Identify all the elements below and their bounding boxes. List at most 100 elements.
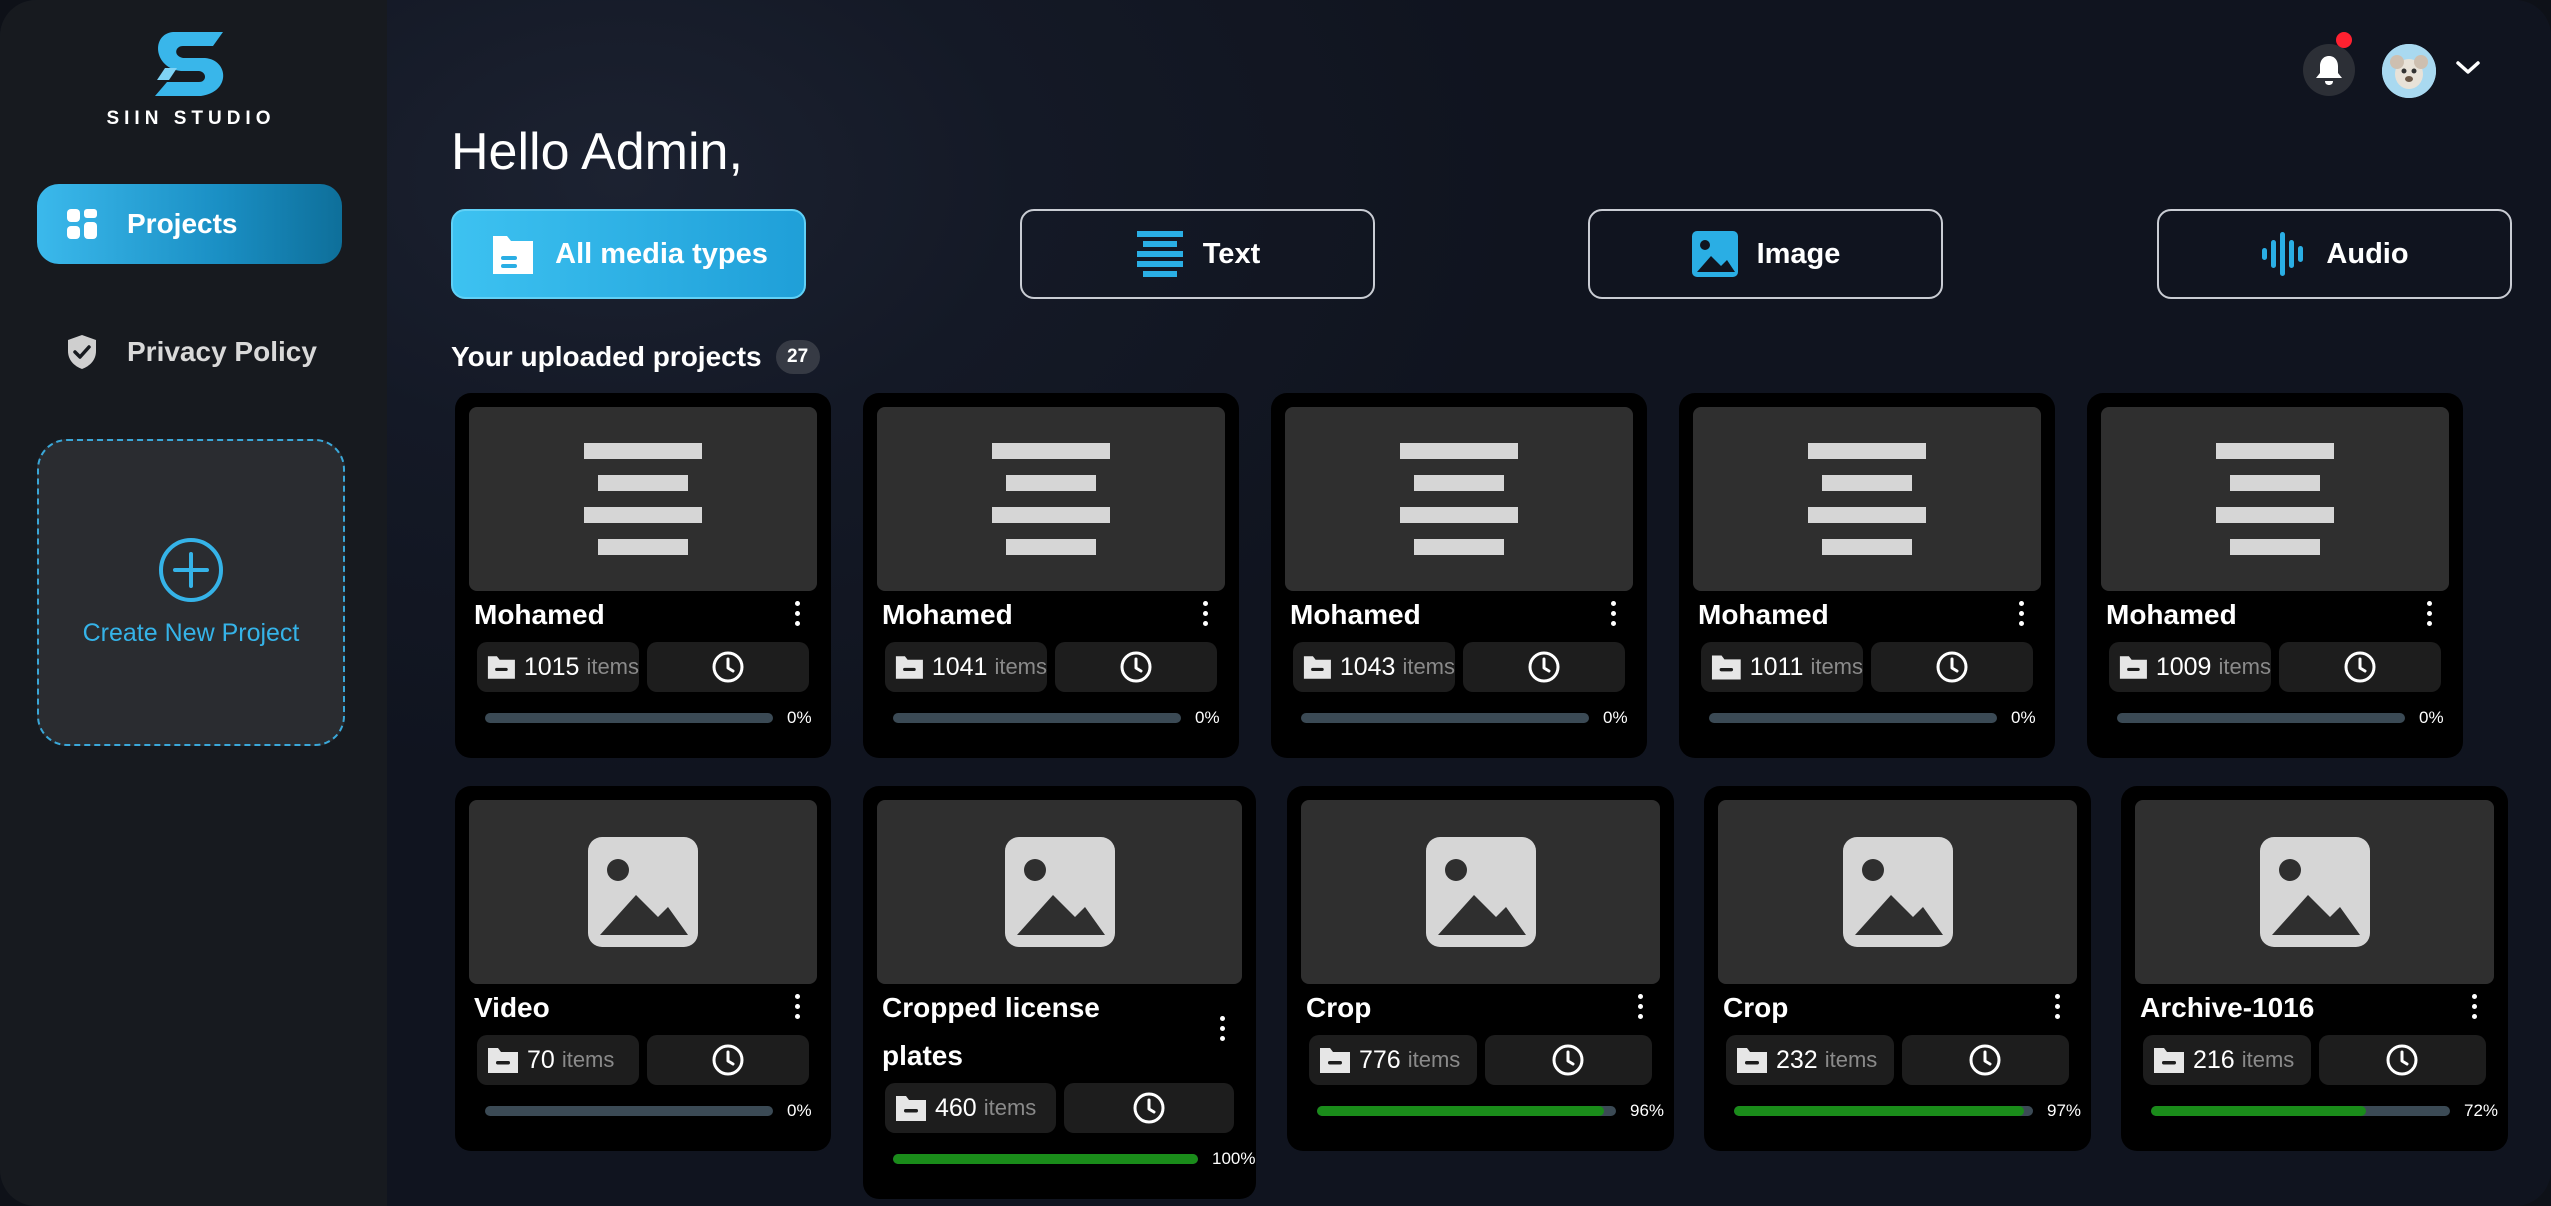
filter-image[interactable]: Image — [1588, 209, 1943, 299]
history-button[interactable] — [647, 642, 809, 692]
project-card[interactable]: Crop 232 items 97% — [1704, 786, 2091, 1151]
more-options-icon[interactable] — [2011, 593, 2031, 633]
image-icon — [1425, 837, 1536, 947]
project-thumbnail — [877, 800, 1242, 984]
item-count: 1011 — [1749, 652, 1804, 681]
filter-all-media-types[interactable]: All media types — [451, 209, 806, 299]
history-button[interactable] — [647, 1035, 809, 1085]
user-avatar[interactable] — [2382, 44, 2436, 98]
more-options-icon[interactable] — [1603, 593, 1623, 633]
section-title-text: Your uploaded projects — [451, 341, 762, 372]
progress-bar — [1734, 1106, 2033, 1116]
greeting-heading: Hello Admin, — [451, 123, 743, 181]
project-thumbnail — [1301, 800, 1660, 984]
progress-percent: 0% — [787, 708, 812, 727]
more-options-icon[interactable] — [787, 986, 807, 1026]
sidebar-item-label: Projects — [127, 208, 238, 239]
history-button[interactable] — [1055, 642, 1217, 692]
project-thumbnail — [2101, 407, 2449, 591]
project-thumbnail — [877, 407, 1225, 591]
create-new-project-button[interactable]: Create New Project — [37, 439, 345, 746]
folder-icon — [2119, 656, 2147, 679]
clock-icon — [1969, 1044, 2001, 1076]
app-window: SIIN STUDIO Projects Privacy Policy Crea… — [0, 0, 2551, 1206]
project-card[interactable]: Video 70 items 0% — [455, 786, 831, 1151]
progress-bar — [2117, 713, 2405, 723]
project-card[interactable]: Mohamed 1015 items 0% — [455, 393, 831, 758]
clock-icon — [1528, 651, 1560, 683]
more-options-icon[interactable] — [2419, 593, 2439, 633]
more-options-icon[interactable] — [787, 593, 807, 633]
history-button[interactable] — [1063, 1083, 1234, 1133]
project-thumbnail — [1718, 800, 2077, 984]
project-title: Crop — [1306, 992, 1372, 1023]
filter-text[interactable]: Text — [1020, 209, 1375, 299]
image-icon — [2259, 837, 2370, 947]
history-button[interactable] — [1463, 642, 1625, 692]
project-card[interactable]: Archive-1016 216 items 72% — [2121, 786, 2508, 1151]
text-lines-icon — [1135, 229, 1185, 279]
item-unit: items — [983, 1095, 1037, 1120]
project-card[interactable]: Cropped license plates 460 items 100% — [863, 786, 1256, 1199]
filter-audio[interactable]: Audio — [2157, 209, 2512, 299]
history-button[interactable] — [1901, 1035, 2069, 1085]
image-icon — [1691, 230, 1739, 278]
item-unit: items — [1407, 1047, 1461, 1072]
history-button[interactable] — [1871, 642, 2033, 692]
project-thumbnail — [469, 407, 817, 591]
more-options-icon[interactable] — [2047, 986, 2067, 1026]
progress-fill — [1734, 1106, 2025, 1116]
project-card[interactable]: Mohamed 1009 items 0% — [2087, 393, 2463, 758]
more-options-icon[interactable] — [2464, 986, 2484, 1026]
project-title: Video — [474, 992, 550, 1023]
project-title: Archive-1016 — [2140, 992, 2315, 1023]
more-options-icon[interactable] — [1630, 986, 1650, 1026]
item-count-pill: 1015 items — [477, 642, 639, 692]
audio-wave-icon — [2260, 230, 2308, 278]
brand-logo[interactable]: SIIN STUDIO — [100, 28, 282, 130]
notifications-button[interactable] — [2303, 44, 2355, 96]
project-card[interactable]: Mohamed 1011 items 0% — [1679, 393, 2055, 758]
project-thumbnail — [469, 800, 817, 984]
clock-icon — [2344, 651, 2376, 683]
notification-badge — [2336, 32, 2352, 48]
sidebar-item-label: Privacy Policy — [127, 336, 317, 367]
item-unit: items — [2218, 654, 2271, 679]
clock-icon — [712, 1044, 744, 1076]
item-unit: items — [1810, 654, 1863, 679]
item-count: 460 — [935, 1093, 977, 1122]
progress-bar — [893, 1154, 1198, 1164]
chevron-down-icon[interactable] — [2455, 60, 2481, 76]
progress-percent: 0% — [787, 1101, 812, 1120]
folder-icon — [1711, 655, 1741, 680]
project-card[interactable]: Mohamed 1041 items 0% — [863, 393, 1239, 758]
project-thumbnail — [1693, 407, 2041, 591]
brand-name: SIIN STUDIO — [106, 108, 276, 129]
item-count-pill: 1011 items — [1701, 642, 1863, 692]
history-button[interactable] — [2279, 642, 2441, 692]
item-unit: items — [561, 1047, 615, 1072]
project-card[interactable]: Mohamed 1043 items 0% — [1271, 393, 1647, 758]
history-button[interactable] — [1484, 1035, 1652, 1085]
image-icon — [1004, 837, 1115, 947]
progress-bar — [1709, 713, 1997, 723]
more-options-icon[interactable] — [1212, 1008, 1232, 1048]
sidebar-item-privacy-policy[interactable]: Privacy Policy — [37, 312, 342, 392]
project-title-line: plates — [882, 1040, 963, 1071]
more-options-icon[interactable] — [1195, 593, 1215, 633]
item-count: 1015 — [523, 652, 580, 681]
clock-icon — [1133, 1092, 1165, 1124]
project-card[interactable]: Crop 776 items 96% — [1287, 786, 1674, 1151]
item-unit: items — [1402, 654, 1455, 679]
item-count: 1043 — [1339, 652, 1396, 681]
progress-percent: 0% — [1195, 708, 1220, 727]
bell-icon — [2316, 56, 2342, 85]
clock-icon — [1936, 651, 1968, 683]
sidebar-item-projects[interactable]: Projects — [37, 184, 342, 264]
history-button[interactable] — [2318, 1035, 2486, 1085]
progress-bar — [2151, 1106, 2450, 1116]
item-unit: items — [1824, 1047, 1878, 1072]
item-count-pill: 232 items — [1726, 1035, 1894, 1085]
filter-label: All media types — [555, 237, 768, 270]
item-unit: items — [2241, 1047, 2295, 1072]
